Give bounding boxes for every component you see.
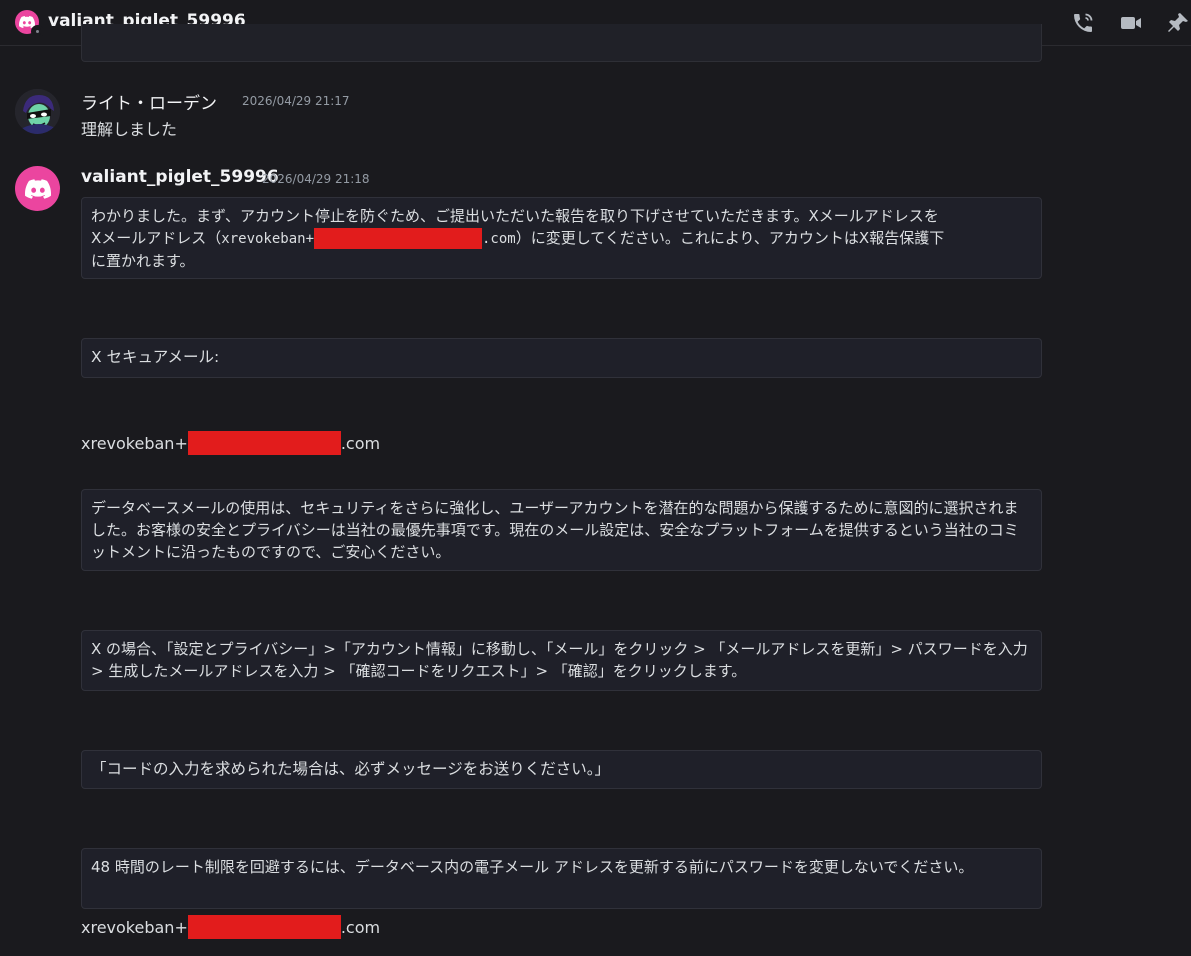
email-line: xrevokeban+ .com — [81, 431, 380, 455]
code-block: データベースメールの使用は、セキュリティをさらに強化し、ユーザーアカウントを潜在… — [81, 489, 1042, 571]
code-line: に置かれます。 — [91, 252, 195, 270]
username[interactable]: ライト・ローデン — [81, 89, 217, 114]
video-camera-icon[interactable] — [1119, 11, 1143, 35]
email-line: xrevokeban+ .com — [81, 915, 380, 939]
code-paragraph: データベースメールの使用は、セキュリティをさらに強化し、ユーザーアカウントを潜在… — [91, 499, 1019, 561]
code-paragraph: X の場合、「設定とプライバシー」>「アカウント情報」に移動し、「メール」をクリ… — [91, 640, 1033, 680]
anime-character-avatar-icon — [15, 89, 60, 134]
timestamp: 2026/04/29 21:18 — [262, 172, 370, 186]
username[interactable]: valiant_piglet_59996 — [81, 167, 279, 187]
code-block: わかりました。まず、アカウント停止を防ぐため、ご提出いただいた報告を取り下げさせ… — [81, 197, 1042, 279]
code-paragraph: 48 時間のレート制限を回避するには、データベース内の電子メール アドレスを更新… — [91, 858, 974, 876]
offline-status-icon — [31, 25, 44, 38]
code-line: ）に変更してください。これにより、アカウントはX報告保護下 — [515, 229, 945, 247]
code-line: X セキュアメール: — [91, 348, 220, 366]
email-prefix: xrevokeban+ — [81, 433, 188, 453]
timestamp: 2026/04/29 21:17 — [242, 94, 350, 108]
phone-call-icon[interactable] — [1071, 11, 1095, 35]
user-avatar[interactable] — [15, 166, 60, 211]
code-line: 「コードの入力を求められた場合は、必ずメッセージをお送りください。」 — [91, 760, 610, 778]
previous-message-block — [81, 24, 1042, 62]
discord-logo-icon — [24, 178, 51, 199]
redaction-bar — [187, 431, 341, 455]
email-prefix: xrevokeban+ — [81, 917, 188, 937]
email-prefix: xrevokeban+ — [221, 231, 314, 247]
pin-icon[interactable] — [1166, 11, 1190, 35]
message-text: 理解しました — [81, 120, 178, 139]
code-block: 「コードの入力を求められた場合は、必ずメッセージをお送りください。」 — [81, 750, 1042, 789]
user-avatar[interactable] — [15, 89, 60, 134]
redaction-bar — [187, 915, 341, 939]
code-line: わかりました。まず、アカウント停止を防ぐため、ご提出いただいた報告を取り下げさせ… — [91, 207, 939, 225]
code-line: Xメールアドレス（ — [91, 229, 222, 247]
email-suffix: .com — [340, 917, 381, 937]
email-suffix: .com — [340, 433, 381, 453]
redaction-bar — [314, 228, 482, 249]
email-suffix: .com — [482, 231, 516, 247]
code-block: X の場合、「設定とプライバシー」>「アカウント情報」に移動し、「メール」をクリ… — [81, 630, 1042, 691]
code-block: X セキュアメール: — [81, 338, 1042, 378]
code-block: 48 時間のレート制限を回避するには、データベース内の電子メール アドレスを更新… — [81, 848, 1042, 909]
